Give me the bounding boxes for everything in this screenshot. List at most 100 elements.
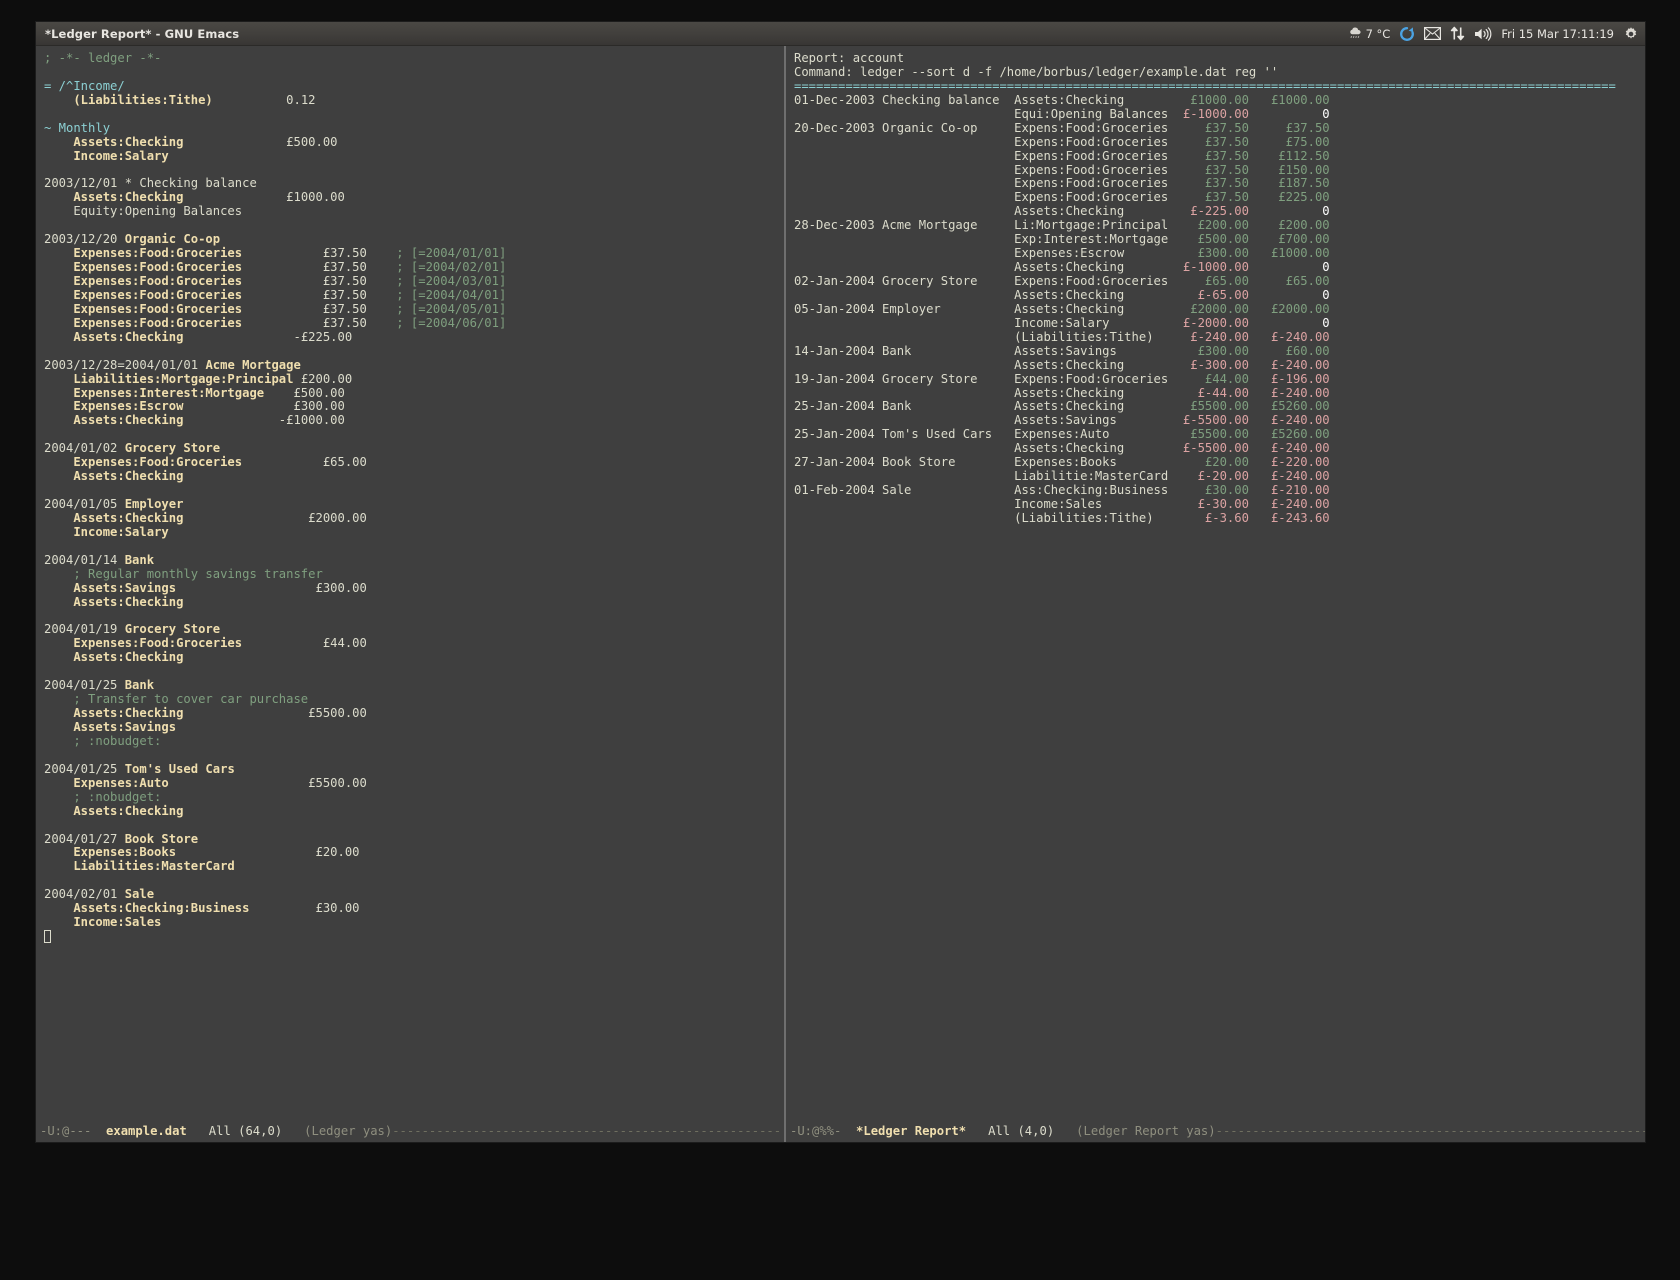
periodic-xact-header[interactable]: ~ Monthly [44,122,784,136]
text-cursor[interactable] [44,930,784,944]
transaction-header[interactable]: 2004/01/02 Grocery Store [44,442,784,456]
report-row[interactable]: 20-Dec-2003 Organic Co-op Expens:Food:Gr… [794,122,1645,136]
ledger-note[interactable]: ; Regular monthly savings transfer [44,568,784,582]
posting-line[interactable]: Assets:Checking £5500.00 [44,707,784,721]
ledger-note[interactable]: ; :nobudget: [44,791,784,805]
ledger-note[interactable]: ; Transfer to cover car purchase [44,693,784,707]
posting-line[interactable]: Expenses:Food:Groceries £37.50 ; [=2004/… [44,247,784,261]
transaction-header[interactable]: 2003/12/01 * Checking balance [44,177,784,191]
transaction-header[interactable]: 2003/12/28=2004/01/01 Acme Mortgage [44,359,784,373]
transaction-header[interactable]: 2004/01/14 Bank [44,554,784,568]
network-updown-icon[interactable] [1450,26,1465,41]
weather-indicator[interactable]: 7 °C [1348,27,1391,41]
report-row[interactable]: Exp:Interest:Mortgage £500.00 £700.00 [794,233,1645,247]
gear-icon[interactable] [1623,26,1639,42]
report-row[interactable]: Assets:Checking £-225.00 0 [794,205,1645,219]
report-row[interactable]: Expens:Food:Groceries £37.50 £150.00 [794,164,1645,178]
posting-line[interactable]: Expenses:Books £20.00 [44,846,784,860]
ledger-report-buffer[interactable]: Report: accountCommand: ledger --sort d … [786,46,1645,526]
posting-line[interactable]: Assets:Savings £300.00 [44,582,784,596]
clock[interactable]: Fri 15 Mar 17:11:19 [1501,27,1614,41]
posting-line[interactable]: Assets:Checking £2000.00 [44,512,784,526]
report-row[interactable]: Expens:Food:Groceries £37.50 £112.50 [794,150,1645,164]
report-row[interactable]: 25-Jan-2004 Bank Assets:Checking £5500.0… [794,400,1645,414]
transaction-header[interactable]: 2004/01/05 Employer [44,498,784,512]
posting-line[interactable]: Expenses:Food:Groceries £37.50 ; [=2004/… [44,303,784,317]
transaction-header[interactable]: 2004/01/25 Bank [44,679,784,693]
posting-line[interactable]: Equity:Opening Balances [44,205,784,219]
report-row[interactable]: Expens:Food:Groceries £37.50 £225.00 [794,191,1645,205]
posting-line[interactable]: Expenses:Auto £5500.00 [44,777,784,791]
report-row[interactable]: Income:Sales £-30.00 £-240.00 [794,498,1645,512]
report-row[interactable]: 05-Jan-2004 Employer Assets:Checking £20… [794,303,1645,317]
report-row[interactable]: Expenses:Escrow £300.00 £1000.00 [794,247,1645,261]
posting-line[interactable]: Assets:Checking -£225.00 [44,331,784,345]
ledger-mode-comment[interactable]: ; -*- ledger -*- [44,52,784,66]
report-row[interactable]: Assets:Checking £-5500.00 £-240.00 [794,442,1645,456]
report-row[interactable]: 25-Jan-2004 Tom's Used Cars Expenses:Aut… [794,428,1645,442]
posting-line[interactable]: Expenses:Food:Groceries £37.50 ; [=2004/… [44,275,784,289]
report-row[interactable]: Expens:Food:Groceries £37.50 £187.50 [794,177,1645,191]
posting-line[interactable]: Assets:Checking [44,805,784,819]
report-label[interactable]: Report: account [794,52,1645,66]
posting-line[interactable]: Income:Salary [44,526,784,540]
transaction-header[interactable]: 2003/12/20 Organic Co-op [44,233,784,247]
posting-line[interactable]: Assets:Checking £1000.00 [44,191,784,205]
mode-line-left[interactable]: -U:@--- example.dat All (64,0) (Ledger y… [36,1120,784,1142]
buffer-window-left[interactable]: ; -*- ledger -*- = /^Income/ (Liabilitie… [36,46,784,1120]
report-row[interactable]: (Liabilities:Tithe) £-240.00 £-240.00 [794,331,1645,345]
report-row[interactable]: Assets:Checking £-65.00 0 [794,289,1645,303]
posting-line[interactable]: Expenses:Food:Groceries £37.50 ; [=2004/… [44,289,784,303]
transaction-header[interactable]: 2004/02/01 Sale [44,888,784,902]
buffer-window-right[interactable]: Report: accountCommand: ledger --sort d … [786,46,1645,1120]
posting-line[interactable]: Expenses:Food:Groceries £44.00 [44,637,784,651]
report-row[interactable]: 02-Jan-2004 Grocery Store Expens:Food:Gr… [794,275,1645,289]
blank-line [44,819,784,833]
posting-line[interactable]: Liabilities:Mortgage:Principal £200.00 [44,373,784,387]
automated-xact-header[interactable]: = /^Income/ [44,80,784,94]
posting-line[interactable]: Liabilities:MasterCard [44,860,784,874]
report-row[interactable]: Equi:Opening Balances £-1000.00 0 [794,108,1645,122]
posting-line[interactable]: Assets:Savings [44,721,784,735]
posting-line[interactable]: Assets:Checking [44,651,784,665]
report-row[interactable]: 01-Dec-2003 Checking balance Assets:Chec… [794,94,1645,108]
window-titlebar[interactable]: *Ledger Report* - GNU Emacs 7 °C [36,22,1645,46]
posting-line[interactable]: Income:Salary [44,150,784,164]
blank-line [44,219,784,233]
transaction-header[interactable]: 2004/01/19 Grocery Store [44,623,784,637]
posting-line[interactable]: Assets:Checking £500.00 [44,136,784,150]
posting-line[interactable]: Income:Sales [44,916,784,930]
posting-line[interactable]: (Liabilities:Tithe) 0.12 [44,94,784,108]
posting-line[interactable]: Expenses:Food:Groceries £37.50 ; [=2004/… [44,261,784,275]
refresh-icon[interactable] [1399,26,1415,42]
report-command[interactable]: Command: ledger --sort d -f /home/borbus… [794,66,1645,80]
report-row[interactable]: (Liabilities:Tithe) £-3.60 £-243.60 [794,512,1645,526]
report-row[interactable]: 28-Dec-2003 Acme Mortgage Li:Mortgage:Pr… [794,219,1645,233]
posting-line[interactable]: Expenses:Escrow £300.00 [44,400,784,414]
mode-line-right[interactable]: -U:@%%- *Ledger Report* All (4,0) (Ledge… [786,1120,1645,1142]
ledger-source-buffer[interactable]: ; -*- ledger -*- = /^Income/ (Liabilitie… [36,46,784,944]
report-row[interactable]: Income:Salary £-2000.00 0 [794,317,1645,331]
posting-line[interactable]: Expenses:Food:Groceries £37.50 ; [=2004/… [44,317,784,331]
report-row[interactable]: 19-Jan-2004 Grocery Store Expens:Food:Gr… [794,373,1645,387]
posting-line[interactable]: Expenses:Interest:Mortgage £500.00 [44,387,784,401]
report-row[interactable]: Liabilitie:MasterCard £-20.00 £-240.00 [794,470,1645,484]
volume-icon[interactable] [1474,27,1492,41]
posting-line[interactable]: Assets:Checking [44,596,784,610]
report-row[interactable]: Expens:Food:Groceries £37.50 £75.00 [794,136,1645,150]
transaction-header[interactable]: 2004/01/25 Tom's Used Cars [44,763,784,777]
posting-line[interactable]: Assets:Checking:Business £30.00 [44,902,784,916]
posting-line[interactable]: Assets:Checking -£1000.00 [44,414,784,428]
report-row[interactable]: 27-Jan-2004 Book Store Expenses:Books £2… [794,456,1645,470]
posting-line[interactable]: Assets:Checking [44,470,784,484]
report-row[interactable]: Assets:Checking £-1000.00 0 [794,261,1645,275]
ledger-note[interactable]: ; :nobudget: [44,735,784,749]
report-row[interactable]: Assets:Checking £-300.00 £-240.00 [794,359,1645,373]
report-row[interactable]: Assets:Checking £-44.00 £-240.00 [794,387,1645,401]
transaction-header[interactable]: 2004/01/27 Book Store [44,833,784,847]
report-row[interactable]: 14-Jan-2004 Bank Assets:Savings £300.00 … [794,345,1645,359]
report-row[interactable]: Assets:Savings £-5500.00 £-240.00 [794,414,1645,428]
mail-icon[interactable] [1424,27,1441,40]
report-row[interactable]: 01-Feb-2004 Sale Ass:Checking:Business £… [794,484,1645,498]
posting-line[interactable]: Expenses:Food:Groceries £65.00 [44,456,784,470]
